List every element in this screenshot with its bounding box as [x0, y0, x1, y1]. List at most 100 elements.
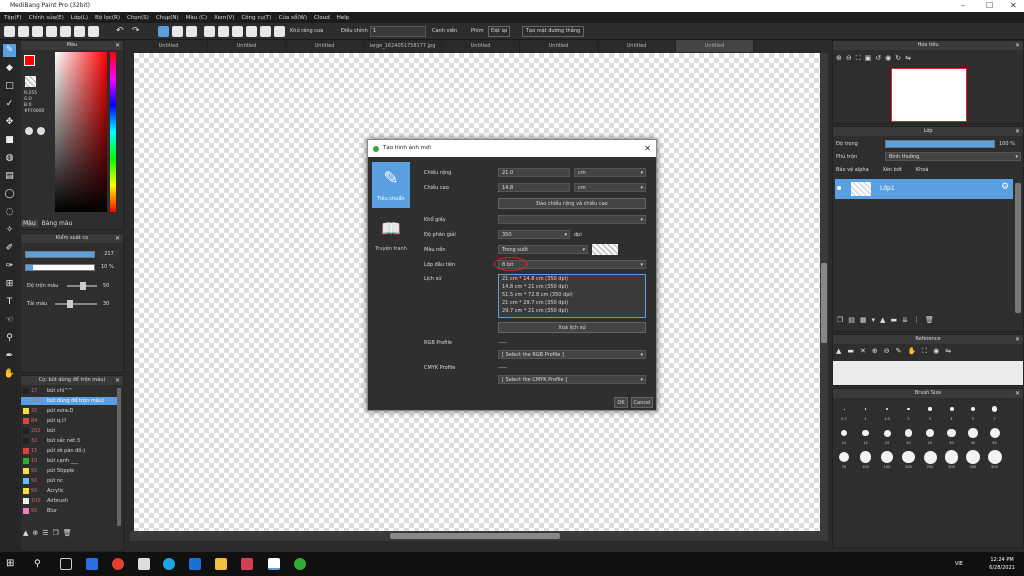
eraser-tool-icon[interactable]: ◆ [3, 62, 16, 75]
brush-size-preset[interactable] [923, 450, 937, 464]
menu-tool[interactable]: Công cụ(T) [241, 15, 271, 21]
menu-edit[interactable]: Chỉnh sửa(E) [29, 15, 64, 21]
brush-size-preset[interactable] [885, 407, 889, 411]
redo-icon[interactable]: ↷ [132, 26, 140, 37]
brush-size-bar[interactable] [25, 251, 95, 258]
perspective-icon[interactable] [218, 26, 229, 37]
color-wheel-icon[interactable] [37, 127, 45, 135]
stroke-icon[interactable] [172, 26, 183, 37]
reference-close-icon[interactable]: ✕ [860, 347, 866, 356]
share-icon[interactable] [60, 26, 71, 37]
close-button[interactable]: ✕ [1010, 0, 1017, 12]
brush-size-preset[interactable] [864, 408, 867, 410]
clock[interactable]: 12:24 PM 6/28/2021 [982, 556, 1022, 572]
zoom-app-icon[interactable] [86, 558, 98, 570]
menu-cloud[interactable]: Cloud [314, 15, 330, 21]
reference-flip-icon[interactable]: ⇋ [945, 347, 951, 356]
reference-rotate-icon[interactable]: ◉ [933, 347, 939, 356]
paint-app-icon[interactable] [294, 558, 306, 570]
layer-settings-icon[interactable]: ⚙ [1001, 182, 1009, 192]
tab-untitled-active[interactable]: Untitled [676, 40, 754, 52]
task-view-icon[interactable] [60, 558, 72, 570]
photos-icon[interactable] [241, 558, 253, 570]
pen-tool-icon[interactable]: ✒ [3, 350, 16, 363]
brush-size-preset[interactable] [987, 450, 1002, 464]
medibang-taskbar-icon[interactable] [268, 558, 280, 570]
color-picker-icon[interactable] [25, 127, 33, 135]
zoom-out-icon[interactable]: ⊖ [846, 54, 852, 63]
layers-scroll-thumb[interactable] [1015, 183, 1021, 313]
history-item[interactable]: 29.7 cm * 21 cm (350 dpi) [502, 307, 645, 315]
rotate-reset-icon[interactable]: ◉ [885, 54, 891, 63]
brush-size-preset[interactable] [838, 451, 850, 463]
brush-delete-icon[interactable]: 🗑 [63, 529, 72, 539]
brush-list-item[interactable]: 10 bút cạnh ___ [21, 457, 121, 465]
brush-menu-icon[interactable]: ☰ [42, 529, 48, 539]
cmyk-profile-select[interactable]: [ Select the CMYK Profile ] [498, 375, 646, 384]
reference-eyedropper-icon[interactable]: ✎ [896, 347, 902, 356]
vertical-scrollbar[interactable] [820, 53, 828, 531]
ie-icon[interactable] [189, 558, 201, 570]
tab-color[interactable]: Màu [21, 220, 38, 227]
lasso-select-tool-icon[interactable]: ◌ [3, 206, 16, 219]
background-select[interactable]: Trong suốt [498, 245, 588, 254]
brush-size-preset[interactable] [925, 428, 935, 438]
close-icon[interactable]: ✕ [1015, 127, 1020, 136]
protect-alpha-checkbox[interactable]: Bảo vệ alpha [836, 167, 869, 173]
brush-size-preset[interactable] [841, 430, 847, 436]
brush-size-preset[interactable] [907, 407, 910, 411]
rgb-profile-select[interactable]: [ Select the RGB Profile ] [498, 350, 646, 359]
hue-slider[interactable] [110, 52, 116, 212]
delete-layer-icon[interactable]: 🗑 [925, 316, 934, 324]
search-icon[interactable]: ⚲ [34, 558, 46, 570]
ok-button[interactable]: OK [614, 397, 628, 408]
menu-view[interactable]: Xem(V) [214, 15, 234, 21]
lasso-tool-icon[interactable]: ◯ [3, 188, 16, 201]
tab-large-jpg[interactable]: large_1624051758177.jpg [364, 40, 442, 52]
reference-view[interactable] [833, 361, 1023, 385]
dpi-select[interactable]: 350 [498, 230, 570, 239]
menu-color[interactable]: Màu (C) [186, 15, 207, 21]
brush-size-preset[interactable] [883, 429, 891, 437]
brush-size-preset[interactable] [862, 429, 869, 437]
tab-palette[interactable]: Bảng màu [40, 220, 75, 227]
height-input[interactable]: 14.8 [498, 183, 570, 192]
reference-image-icon[interactable]: ▬ [847, 347, 854, 356]
brush-size-preset[interactable] [989, 428, 1000, 438]
file-explorer-icon[interactable] [215, 558, 227, 570]
rect-select-tool-icon[interactable]: □ [3, 80, 16, 93]
brush-list-item[interactable]: 32 bút sắc nét:3 [21, 437, 121, 445]
crop-icon[interactable] [88, 26, 99, 37]
grid-icon[interactable] [74, 26, 85, 37]
check-tool-icon[interactable]: ✓ [3, 98, 16, 111]
brush-list-item[interactable]: 20 pút sưra:D [21, 407, 121, 415]
text-tool-icon[interactable]: T [3, 296, 16, 309]
fill-rect-tool-icon[interactable]: ■ [3, 134, 16, 147]
load-slider-thumb[interactable] [67, 300, 73, 308]
operation-tool-icon[interactable]: ☜ [3, 314, 16, 327]
select-eraser-tool-icon[interactable]: ✑ [3, 260, 16, 273]
brush-size-preset[interactable] [949, 407, 954, 411]
add-brush-icon[interactable]: ⊕ [32, 529, 38, 539]
brush-list-item[interactable]: 17 bút chì^^ [21, 387, 121, 395]
folder-icon[interactable]: ▬ [890, 316, 897, 324]
correction-select[interactable]: 1 [370, 26, 426, 37]
eyedropper-tool-icon[interactable]: ⚲ [3, 332, 16, 345]
new-layer-icon[interactable]: ❐ [837, 316, 843, 324]
divide-tool-icon[interactable]: ⊞ [3, 278, 16, 291]
reference-zoom-out-icon[interactable]: ⊖ [884, 347, 890, 356]
straight-line-button[interactable]: Tạo mặt đường thẳng [522, 26, 585, 37]
brush-list-item[interactable]: 50 Acrylic [21, 487, 121, 495]
windows-start-icon[interactable]: ⊞ [6, 558, 18, 570]
brush-size-preset[interactable] [968, 428, 978, 438]
tab-untitled-2[interactable]: Untitled [208, 40, 286, 52]
layer-up-icon[interactable]: ▲ [880, 316, 885, 324]
brush-copy-icon[interactable]: ❐ [53, 529, 59, 539]
blend-slider-thumb[interactable] [80, 282, 86, 290]
minimize-button[interactable]: – [961, 0, 965, 12]
history-item[interactable]: 51.5 cm * 72.8 cm (350 dpi) [502, 291, 645, 299]
reference-zoom-in-icon[interactable]: ⊕ [872, 347, 878, 356]
edge-checkbox[interactable]: Canh viền [432, 26, 457, 37]
brush-size-preset[interactable] [859, 451, 872, 463]
visibility-icon[interactable] [837, 186, 841, 190]
